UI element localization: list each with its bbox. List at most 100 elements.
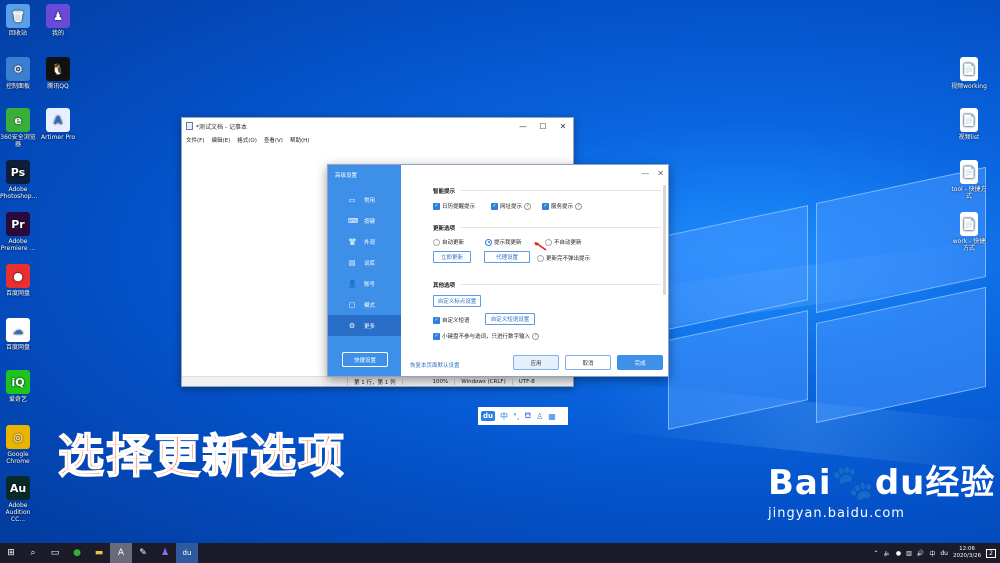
baidu-jingyan-watermark: Bai🐾du经验 jingyan.baidu.com [768,455,995,521]
notepad-taskbar-icon[interactable]: ✎ [132,543,154,563]
toolbox-icon[interactable]: ▦ [548,412,556,421]
numpad-label: 小键盘不参与选词，只进行数字输入 [442,334,531,340]
minimize-icon[interactable]: — [513,122,533,131]
help-icon[interactable]: ? [575,202,583,210]
auto-update-radio[interactable] [433,238,440,246]
sidebar-item[interactable]: 👕 外观 [328,231,401,252]
desktop-icon[interactable]: ◎ Google Chrome [0,425,36,465]
desktop-icon-label: 我的 [51,30,64,37]
service-hint-checkbox[interactable]: ✓ [542,202,549,210]
baidu-ime-logo[interactable]: du [481,411,495,421]
start-icon[interactable]: ⊞ [0,543,22,563]
prompt-update-radio[interactable] [485,238,492,246]
maximize-icon[interactable]: ☐ [533,122,553,131]
sidebar-item[interactable]: ⌨ 按键 [328,210,401,231]
menu-edit[interactable]: 编辑(E) [211,136,230,144]
desktop-icon-label: work - 快捷方式 [952,238,986,252]
desktop-icon-label: Adobe Audition CC... [5,502,31,523]
desktop-icon[interactable]: ♟ 我的 [40,4,76,37]
desktop-icon[interactable]: ☁ 百度网盘 [0,318,36,351]
artimer-icon: A [46,108,70,132]
emoji-icon[interactable]: ⛾ [525,411,532,421]
desktop-icon[interactable]: A Artimer Pro [40,108,76,141]
sidebar-item[interactable]: ▭ 常用 [328,189,401,210]
close-icon[interactable]: ✕ [553,122,573,131]
menu-view[interactable]: 查看(V) [264,136,283,144]
url-hint-checkbox[interactable]: ✓ [491,202,498,210]
prompt-update-label: 提示我更新 [494,240,522,246]
menu-file[interactable]: 文件(F) [186,136,204,144]
ime-mode[interactable]: 中 [500,411,508,422]
advanced-settings-dialog[interactable]: 高级设置 ▭ 常用 ⌨ 按键 👕 外观 ▤ 词库 👤 账号 ▢ 模式 ⚙ 更多 快捷设置 — ✕ 智能提示… [327,164,669,377]
sidebar-item[interactable]: ▤ 词库 [328,252,401,273]
notepad-titlebar[interactable]: *测试文档 - 记事本 — ☐ ✕ [182,118,573,134]
menu-help[interactable]: 帮助(H) [290,136,309,144]
artimer-taskbar-icon[interactable]: A [110,543,132,563]
ime-lang[interactable]: 中 [929,549,935,558]
clock[interactable]: 12:06 2020/3/26 [953,546,981,560]
sidebar-item[interactable]: 👤 账号 [328,273,401,294]
dialog-title: 高级设置 [335,173,358,179]
desktop-icon[interactable]: ⚙ 控制面板 [0,57,36,90]
desktop-icon[interactable]: 📄 tool - 快捷方式 [951,160,987,200]
sidebar-item[interactable]: ▢ 模式 [328,294,401,315]
scrollbar[interactable] [663,185,666,295]
qq-tray-icon[interactable]: ● [896,550,901,557]
desktop-icon[interactable]: 🐧 腾讯QQ [40,57,76,90]
apply-button[interactable]: 应用 [513,355,559,370]
desktop-icon[interactable]: 📄 work - 快捷方式 [951,212,987,252]
desktop-icon-label: 百度网盘 [5,290,30,297]
desktop-icon[interactable]: Au Adobe Audition CC... [0,476,36,523]
numpad-checkbox[interactable]: ✓ [433,332,440,340]
sidebar-item[interactable]: ⚙ 更多 [328,315,401,336]
help-icon[interactable]: ? [532,332,540,340]
desktop-icon-label: 视频list [958,134,980,141]
sidebar-item-label: 词库 [364,260,376,267]
desktop-icon[interactable]: iQ 爱奇艺 [0,370,36,403]
custom-phrase-checkbox[interactable]: ✓ [433,316,440,324]
quick-settings-button[interactable]: 快捷设置 [342,352,388,367]
browser-360-taskbar-icon[interactable]: ● [66,543,88,563]
desktop-icon[interactable]: 📄 视频list [951,108,987,141]
calendar-hint-checkbox[interactable]: ✓ [433,202,440,210]
punctuation-icon[interactable]: °, [513,412,520,421]
desktop-icon[interactable]: ● 百度网盘 [0,264,36,297]
desktop-icon[interactable]: e 360安全浏览器 [0,108,36,148]
desktop-icon[interactable]: Pr Adobe Premiere ... [0,212,36,252]
section-smart-hints: 智能提示 [433,189,456,195]
proxy-settings-button[interactable]: 代理设置 [484,251,530,263]
no-popup-radio[interactable] [537,254,544,262]
volume-icon[interactable]: 🔊 [917,550,924,557]
chevron-up-icon[interactable]: ⌃ [873,550,878,557]
help-icon[interactable]: ? [524,202,532,210]
task-view-icon[interactable]: ▭ [44,543,66,563]
settings-sidebar: 高级设置 ▭ 常用 ⌨ 按键 👕 外观 ▤ 词库 👤 账号 ▢ 模式 ⚙ 更多 快捷设置 [328,165,401,376]
url-hint-label: 网址提示 [500,204,523,210]
clock-time: 12:06 [959,546,975,552]
baidu-ime-taskbar-icon[interactable]: du [176,543,198,563]
search-icon[interactable]: ⌕ [22,543,44,563]
done-button[interactable]: 完成 [617,355,663,370]
restore-default-link[interactable]: 恢复本页面默认设置 [410,361,460,369]
keyboard-icon: ⌨ [348,216,359,225]
skin-icon[interactable]: ♙ [536,412,543,421]
desktop-icon[interactable]: 📄 视频working [951,57,987,90]
custom-phrase-settings-button[interactable]: 自定义短语设置 [485,313,535,325]
notification-icon[interactable]: 2 [986,548,996,558]
desktop-icon[interactable]: 🗑 回收站 [0,4,36,37]
desktop-icon[interactable]: Ps Adobe Photoshop... [0,160,38,200]
ime-du-icon[interactable]: du [940,550,948,557]
cancel-button[interactable]: 取消 [565,355,611,370]
menu-format[interactable]: 格式(O) [237,136,257,144]
custom-punct-button[interactable]: 自定义标点设置 [433,295,481,307]
user-app-taskbar-icon[interactable]: ♟ [154,543,176,563]
ime-toolbar[interactable]: du 中 °, ⛾ ♙ ▦ [478,407,568,425]
file-explorer-icon[interactable]: ▬ [88,543,110,563]
desktop-icon-label: Adobe Photoshop... [0,186,38,200]
speaker-icon[interactable]: 🔈 [883,550,890,557]
qq-icon: 🐧 [46,57,70,81]
network-icon[interactable]: ▥ [906,550,912,557]
update-now-button[interactable]: 立即更新 [433,251,471,263]
notepad-statusbar: 第 1 行，第 1 列 100% Windows (CRLF) UTF-8 [182,376,573,386]
account-icon: 👤 [348,279,357,288]
